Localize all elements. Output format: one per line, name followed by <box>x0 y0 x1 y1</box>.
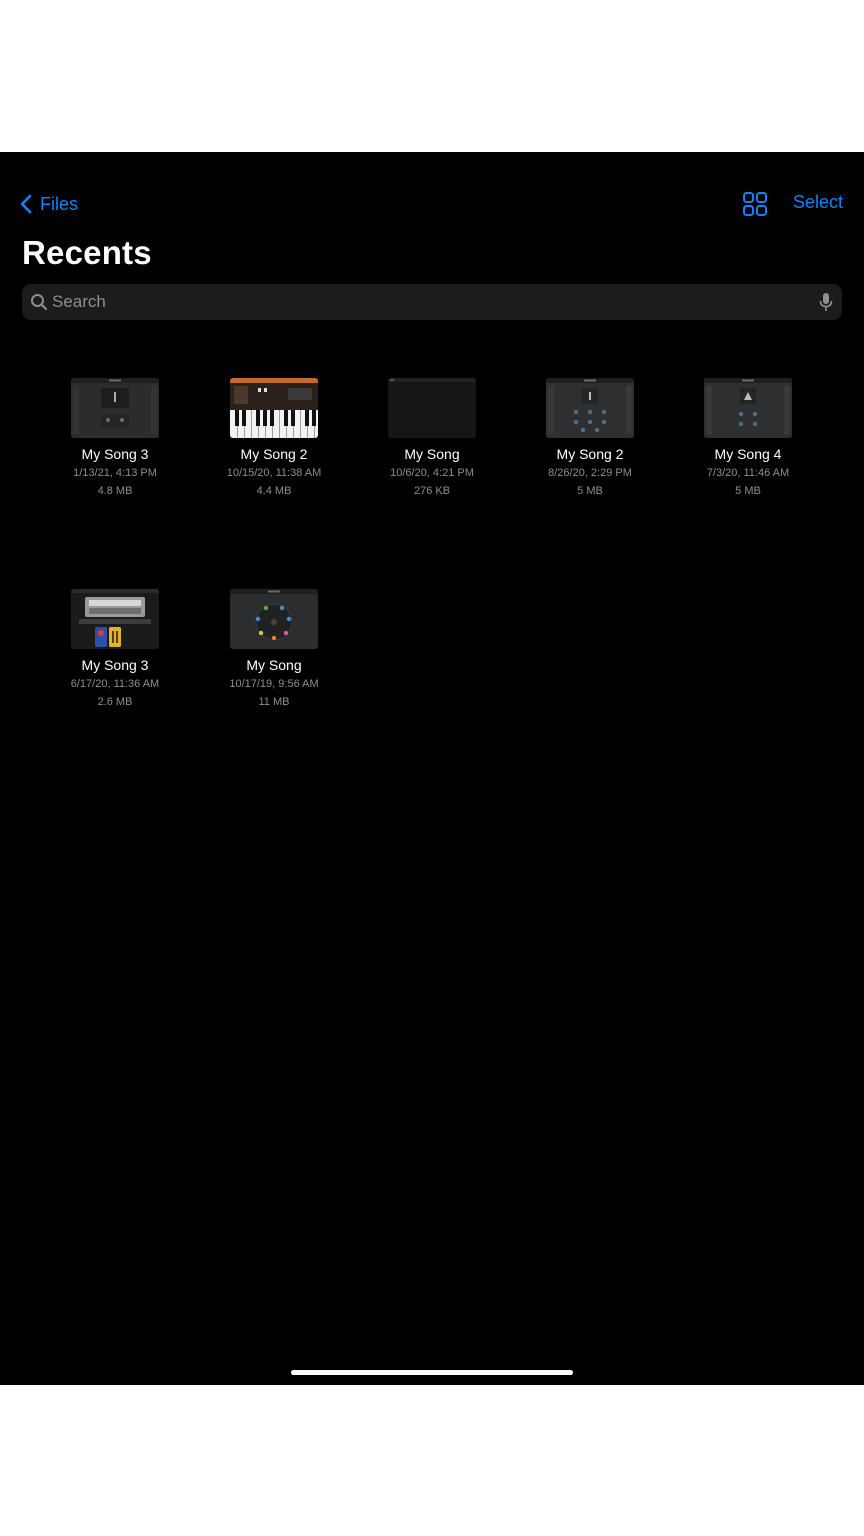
file-item[interactable]: My Song 3 6/17/20, 11:36 AM 2.6 MB <box>40 589 190 712</box>
file-item[interactable]: My Song 10/6/20, 4:21 PM 276 KB <box>357 378 507 501</box>
song-thumbnail <box>704 378 792 438</box>
file-size: 276 KB <box>413 485 451 497</box>
file-date: 6/17/20, 11:36 AM <box>70 678 160 690</box>
file-size: 5 MB <box>735 485 761 497</box>
search-icon <box>31 294 48 311</box>
file-name: My Song 3 <box>81 657 149 673</box>
home-indicator[interactable] <box>291 1370 573 1375</box>
song-thumbnail <box>71 378 159 438</box>
file-size: 4.4 MB <box>256 485 292 497</box>
song-thumbnail <box>230 589 318 649</box>
file-size: 5 MB <box>577 485 603 497</box>
grid-view-button[interactable] <box>742 191 768 217</box>
file-name: My Song 3 <box>81 446 149 462</box>
file-item[interactable]: My Song 4 7/3/20, 11:46 AM 5 MB <box>673 378 823 501</box>
song-thumbnail <box>546 378 634 438</box>
file-name: My Song 2 <box>556 446 624 462</box>
file-item[interactable]: My Song 3 1/13/21, 4:13 PM 4.8 MB <box>40 378 190 501</box>
song-thumbnail <box>71 589 159 649</box>
live-loops-thumbnail <box>71 378 159 438</box>
search-input[interactable] <box>52 284 812 320</box>
song-thumbnail <box>230 378 318 438</box>
back-button-label: Files <box>40 193 79 214</box>
keyboard-thumbnail <box>230 378 318 438</box>
beat-sequencer-thumbnail <box>230 589 318 649</box>
microphone-icon[interactable] <box>819 292 833 312</box>
file-size: 2.6 MB <box>97 696 133 708</box>
file-date: 10/15/20, 11:38 AM <box>226 467 322 479</box>
file-item[interactable]: My Song 2 10/15/20, 11:38 AM 4.4 MB <box>199 378 349 501</box>
page-title: Recents <box>22 234 152 271</box>
file-date: 10/6/20, 4:21 PM <box>390 467 474 479</box>
file-date: 7/3/20, 11:46 AM <box>706 467 790 479</box>
drum-pads-thumbnail <box>704 378 792 438</box>
amp-pedals-thumbnail <box>71 589 159 649</box>
file-date: 8/26/20, 2:29 PM <box>548 467 632 479</box>
empty-project-thumbnail <box>388 378 476 438</box>
back-button-files[interactable]: Files <box>20 191 78 217</box>
file-name: My Song <box>246 657 302 673</box>
file-name: My Song 2 <box>240 446 308 462</box>
file-size: 11 MB <box>258 696 290 708</box>
select-button[interactable]: Select <box>793 192 843 213</box>
app-screen <box>0 152 864 1385</box>
file-date: 1/13/21, 4:13 PM <box>73 467 157 479</box>
file-name: My Song <box>404 446 460 462</box>
file-date: 10/17/19, 9:56 AM <box>229 678 319 690</box>
chevron-left-icon <box>20 194 32 214</box>
file-size: 4.8 MB <box>97 485 133 497</box>
song-thumbnail <box>388 378 476 438</box>
grid-icon <box>743 192 767 216</box>
file-item[interactable]: My Song 10/17/19, 9:56 AM 11 MB <box>199 589 349 712</box>
search-bar[interactable] <box>22 284 842 320</box>
file-item[interactable]: My Song 2 8/26/20, 2:29 PM 5 MB <box>515 378 665 501</box>
drum-pads-thumbnail <box>546 378 634 438</box>
file-name: My Song 4 <box>714 446 782 462</box>
